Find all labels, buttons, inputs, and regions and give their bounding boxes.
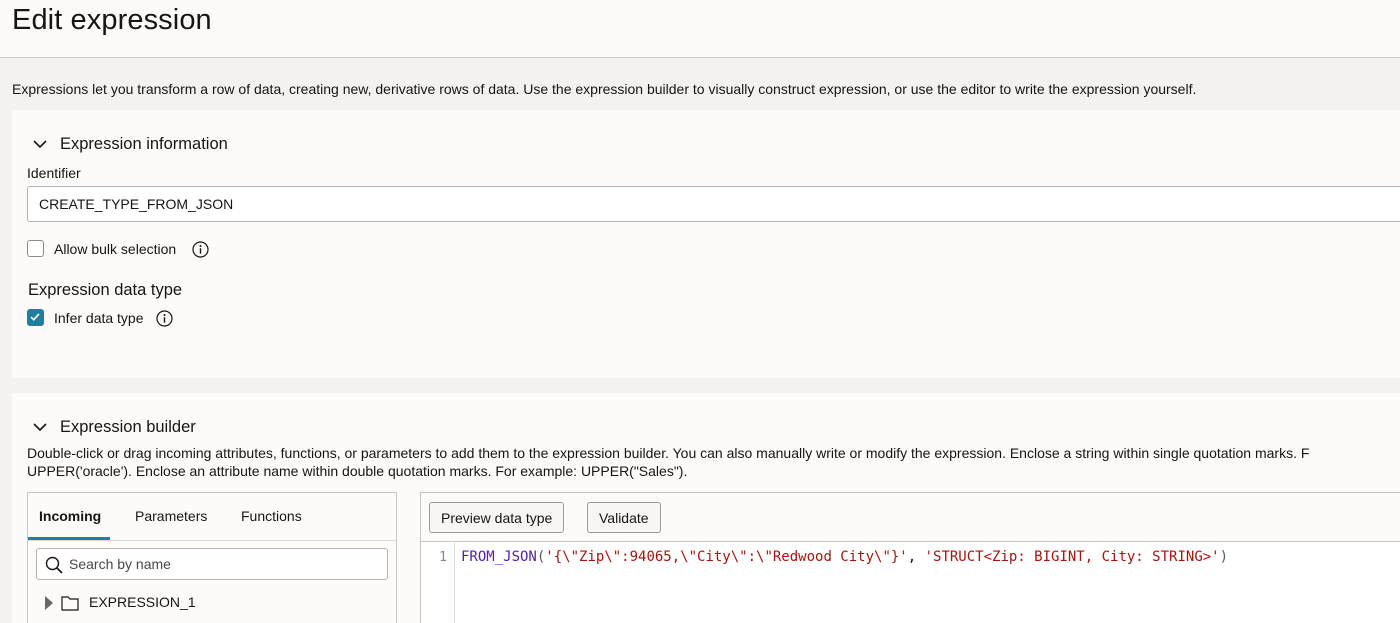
builder-help-text: Double-click or drag incoming attributes… xyxy=(27,444,1400,480)
line-gutter: 1 xyxy=(421,542,455,623)
tree-item-label: EXPRESSION_1 xyxy=(89,594,196,610)
page-header: Edit expression xyxy=(0,0,1400,58)
attributes-pane: Incoming Parameters Functions EXPRESSION… xyxy=(27,492,397,623)
infer-data-type-label: Infer data type xyxy=(54,310,144,326)
expression-data-type-heading: Expression data type xyxy=(28,281,183,299)
folder-icon xyxy=(61,596,79,611)
tree-item-expression-1[interactable]: EXPRESSION_1 xyxy=(42,593,342,613)
identifier-label: Identifier xyxy=(27,165,81,181)
expression-information-panel: Expression information Identifier CREATE… xyxy=(12,110,1400,378)
search-icon xyxy=(45,556,63,574)
chevron-down-icon xyxy=(33,423,47,432)
expression-builder-panel: Expression builder Double-click or drag … xyxy=(12,393,1400,623)
line-number: 1 xyxy=(439,550,447,565)
search-input[interactable] xyxy=(69,549,379,579)
json-string-token: '{\"Zip\":94065,\"City\":\"Redwood City\… xyxy=(545,549,908,565)
expression-editor-pane: Preview data type Validate 1 FROM_JSON('… xyxy=(420,492,1400,623)
expression-builder-toggle[interactable]: Expression builder xyxy=(12,415,312,439)
identifier-field[interactable]: CREATE_TYPE_FROM_JSON xyxy=(27,186,1400,222)
code-editor[interactable]: 1 FROM_JSON('{\"Zip\":94065,\"City\":\"R… xyxy=(421,542,1400,623)
caret-right-icon[interactable] xyxy=(45,596,53,610)
active-tab-indicator xyxy=(28,537,110,540)
expression-information-toggle[interactable]: Expression information xyxy=(12,132,312,156)
page-title: Edit expression xyxy=(12,4,212,36)
info-icon[interactable] xyxy=(192,241,209,258)
tab-parameters[interactable]: Parameters xyxy=(135,508,207,524)
function-token: FROM_JSON xyxy=(461,549,537,565)
search-box xyxy=(36,548,388,580)
info-icon[interactable] xyxy=(156,310,173,327)
section-title: Expression builder xyxy=(60,418,196,436)
paren-token: ) xyxy=(1219,549,1229,565)
editor-toolbar: Preview data type Validate xyxy=(421,493,1400,542)
code-line: FROM_JSON('{\"Zip\":94065,\"City\":\"Red… xyxy=(461,549,1228,565)
help-line-1: Double-click or drag incoming attributes… xyxy=(27,445,1310,461)
preview-data-type-button[interactable]: Preview data type xyxy=(429,502,565,533)
separator-token: , xyxy=(907,549,925,565)
intro-text: Expressions let you transform a row of d… xyxy=(12,81,1197,97)
tab-incoming[interactable]: Incoming xyxy=(39,508,101,524)
tab-bar: Incoming Parameters Functions xyxy=(28,493,396,541)
validate-button[interactable]: Validate xyxy=(587,502,661,533)
chevron-down-icon xyxy=(33,140,47,149)
section-title: Expression information xyxy=(60,135,228,153)
struct-string-token: 'STRUCT<Zip: BIGINT, City: STRING>' xyxy=(924,549,1220,565)
infer-data-type-checkbox[interactable] xyxy=(27,309,44,326)
allow-bulk-selection-checkbox[interactable] xyxy=(27,240,44,257)
tab-functions[interactable]: Functions xyxy=(241,508,302,524)
allow-bulk-selection-label: Allow bulk selection xyxy=(54,241,177,257)
help-line-2: UPPER('oracle'). Enclose an attribute na… xyxy=(27,463,688,479)
checkmark-icon xyxy=(30,313,40,321)
